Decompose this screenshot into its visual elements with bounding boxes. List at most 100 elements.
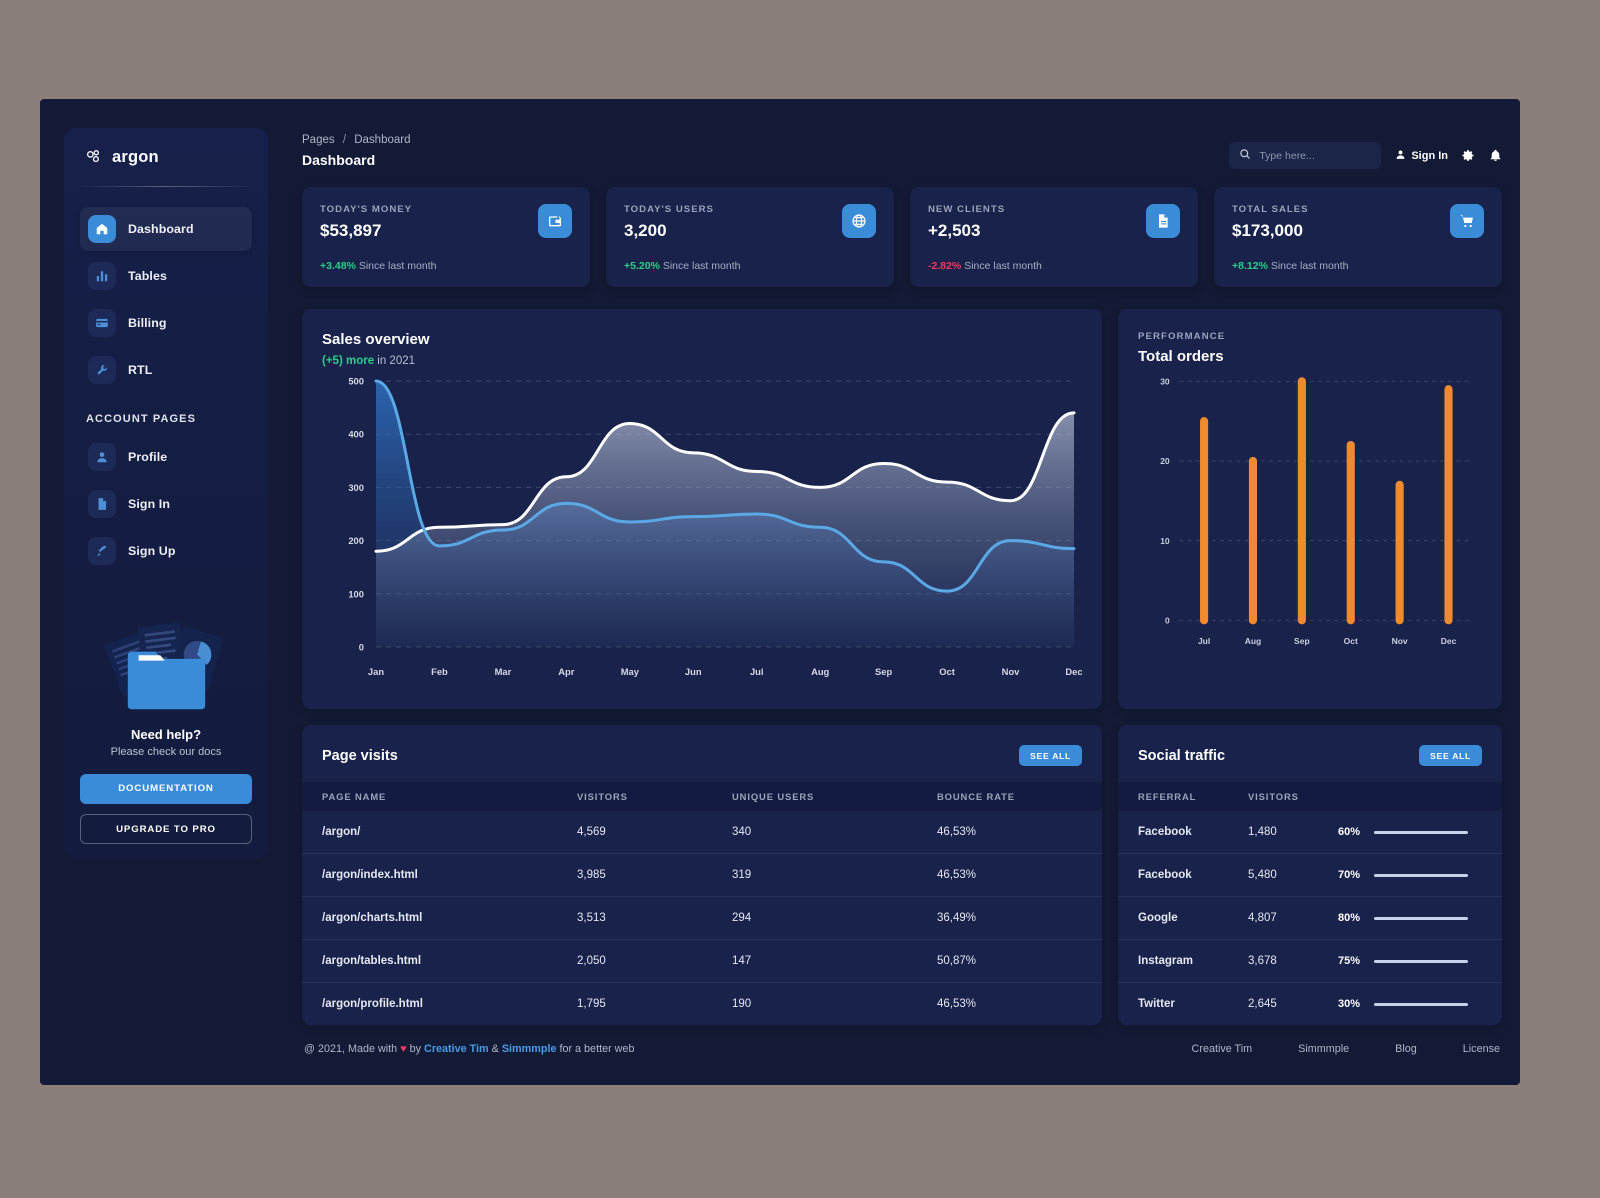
charts-row: Sales overview (+5) more in 2021 0 100 200… <box>302 309 1502 709</box>
progress-track <box>1374 873 1468 877</box>
sales-overview-card: Sales overview (+5) more in 2021 0 100 200… <box>302 309 1102 709</box>
footer-link-simmmple[interactable]: Simmmple <box>1298 1043 1349 1055</box>
svg-text:Oct: Oct <box>1344 636 1358 646</box>
svg-text:Aug: Aug <box>1245 636 1262 646</box>
table-row[interactable]: /argon/charts.html 3,513 294 36,49% <box>302 896 1102 940</box>
sidebar-item-label: Profile <box>128 450 168 464</box>
svg-text:Dec: Dec <box>1065 666 1082 677</box>
column-progress <box>1318 782 1502 811</box>
sign-in-button[interactable]: Sign In <box>1395 149 1448 163</box>
footer-simmmple-link[interactable]: Simmmple <box>502 1043 557 1055</box>
sales-overview-subtitle: (+5) more in 2021 <box>322 355 1082 367</box>
svg-text:Sep: Sep <box>1294 636 1310 646</box>
upgrade-to-pro-button[interactable]: UPGRADE TO PRO <box>80 814 252 844</box>
sidebar-item-billing[interactable]: Billing <box>80 301 252 345</box>
cell-progress: 30% <box>1318 982 1502 1025</box>
sidebar-item-sign-up[interactable]: Sign Up <box>80 529 252 573</box>
cell-visitors: 1,795 <box>557 982 712 1025</box>
sales-overview-year: in 2021 <box>374 355 416 367</box>
svg-text:Feb: Feb <box>431 666 448 677</box>
table-row[interactable]: Facebook 5,480 70% <box>1118 853 1502 897</box>
column-visitors: VISITORS <box>557 782 712 811</box>
cell-visitors: 4,807 <box>1228 896 1318 940</box>
svg-text:0: 0 <box>359 642 364 653</box>
progress-percent: 75% <box>1338 955 1361 967</box>
cell-unique-users: 319 <box>712 853 917 897</box>
page-visits-card: Page visits SEE ALL PAGE NAME VISITORS U… <box>302 725 1102 1025</box>
sidebar-section-label: ACCOUNT PAGES <box>86 413 197 425</box>
page-visits-see-all-button[interactable]: SEE ALL <box>1019 745 1082 766</box>
svg-text:Sep: Sep <box>875 666 892 677</box>
stat-value: 3,200 <box>624 221 667 240</box>
table-row[interactable]: Twitter 2,645 30% <box>1118 982 1502 1025</box>
footer-creative-tim-link[interactable]: Creative Tim <box>424 1043 489 1055</box>
sidebar-item-dashboard[interactable]: Dashboard <box>80 207 252 251</box>
search-box[interactable] <box>1229 142 1382 169</box>
table-header-row: PAGE NAME VISITORS UNIQUE USERS BOUNCE R… <box>302 782 1102 811</box>
total-orders-title: Total orders <box>1138 348 1224 365</box>
brand[interactable]: argon <box>80 128 252 186</box>
rocket-icon <box>88 537 116 565</box>
svg-text:Jul: Jul <box>1198 636 1210 646</box>
social-traffic-see-all-button[interactable]: SEE ALL <box>1419 745 1482 766</box>
bell-icon[interactable] <box>1489 149 1502 162</box>
sign-in-label: Sign In <box>1411 149 1448 162</box>
page-visits-title: Page visits <box>322 747 398 764</box>
cell-progress: 80% <box>1318 896 1502 940</box>
cell-progress: 60% <box>1318 811 1502 854</box>
cell-referral: Instagram <box>1118 939 1228 983</box>
cell-visitors: 3,678 <box>1228 939 1318 983</box>
sidebar-item-label: Sign In <box>128 497 170 511</box>
chart-bars-icon <box>88 262 116 290</box>
footer-link-blog[interactable]: Blog <box>1395 1043 1417 1055</box>
help-title: Need help? <box>130 727 202 742</box>
sidebar-item-label: Sign Up <box>128 544 176 558</box>
table-row[interactable]: /argon/ 4,569 340 46,53% <box>302 811 1102 854</box>
breadcrumb-current[interactable]: Dashboard <box>354 134 410 146</box>
footer-link-creative-tim[interactable]: Creative Tim <box>1192 1043 1253 1055</box>
footer-link-license[interactable]: License <box>1463 1043 1500 1055</box>
stat-card-todays-money: TODAY'S MONEY $53,897 +3.48% Since last … <box>302 187 590 287</box>
heart-icon: ♥ <box>400 1043 407 1055</box>
stat-value: $173,000 <box>1232 221 1303 240</box>
svg-text:Jun: Jun <box>685 666 702 677</box>
sidebar-item-label: Billing <box>128 316 167 330</box>
table-row[interactable]: Facebook 1,480 60% <box>1118 811 1502 854</box>
table-row[interactable]: Instagram 3,678 75% <box>1118 939 1502 983</box>
stat-delta: +8.12% <box>1232 260 1268 272</box>
table-row[interactable]: /argon/profile.html 1,795 190 46,53% <box>302 982 1102 1025</box>
gear-icon[interactable] <box>1462 149 1475 162</box>
table-row[interactable]: /argon/index.html 3,985 319 46,53% <box>302 853 1102 897</box>
folder-documents-icon <box>80 607 252 719</box>
stat-note: Since last month <box>964 260 1042 272</box>
table-row[interactable]: Google 4,807 80% <box>1118 896 1502 940</box>
cell-visitors: 2,050 <box>557 939 712 983</box>
breadcrumb-separator: / <box>342 134 347 146</box>
stat-delta: +5.20% <box>624 260 660 272</box>
breadcrumb-root[interactable]: Pages <box>302 134 335 146</box>
documentation-button[interactable]: DOCUMENTATION <box>80 774 252 804</box>
sidebar-item-tables[interactable]: Tables <box>80 254 252 298</box>
svg-text:Nov: Nov <box>1002 666 1020 677</box>
table-row[interactable]: /argon/tables.html 2,050 147 50,87% <box>302 939 1102 983</box>
stat-value: $53,897 <box>320 221 382 240</box>
total-orders-card: PERFORMANCE Total orders 0 10 20 30 Jul Aug Se… <box>1118 309 1502 709</box>
stat-note: Since last month <box>662 260 741 272</box>
svg-text:100: 100 <box>348 588 364 599</box>
wrench-icon <box>88 356 116 384</box>
footer-by: by <box>409 1043 422 1055</box>
footer-amp: & <box>491 1043 499 1055</box>
stat-note: Since last month <box>358 260 437 272</box>
footer-links: Creative Tim Simmmple Blog License <box>1192 1043 1500 1055</box>
progress-track <box>1374 1002 1468 1006</box>
home-icon <box>88 215 116 243</box>
search-input[interactable] <box>1259 149 1372 162</box>
sidebar-item-profile[interactable]: Profile <box>80 435 252 479</box>
sidebar-item-rtl[interactable]: RTL <box>80 348 252 392</box>
sidebar-item-sign-in[interactable]: Sign In <box>80 482 252 526</box>
cell-unique-users: 340 <box>732 826 752 838</box>
stat-label: NEW CLIENTS <box>928 204 1006 215</box>
progress-percent: 80% <box>1338 912 1361 924</box>
page-title: Dashboard <box>302 152 376 168</box>
svg-text:30: 30 <box>1160 376 1170 386</box>
